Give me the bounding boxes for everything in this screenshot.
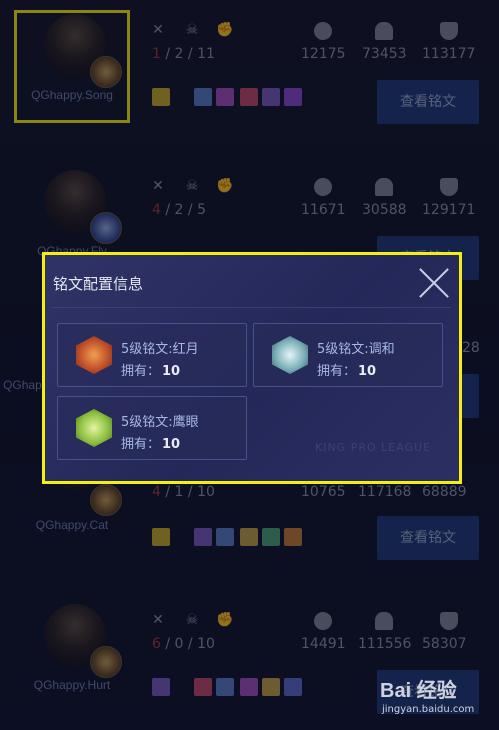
baidu-watermark: Bai 经验 jingyan.baidu.com (380, 674, 495, 726)
match-stats-page: QGhappy.Song ✕ ☠ ✊ 1 / 2 / 11 12175 7345… (0, 0, 499, 730)
baidu-logo: Bai 经验 (380, 680, 457, 702)
highlight-box-modal (42, 252, 462, 484)
baidu-url: jingyan.baidu.com (382, 704, 475, 715)
